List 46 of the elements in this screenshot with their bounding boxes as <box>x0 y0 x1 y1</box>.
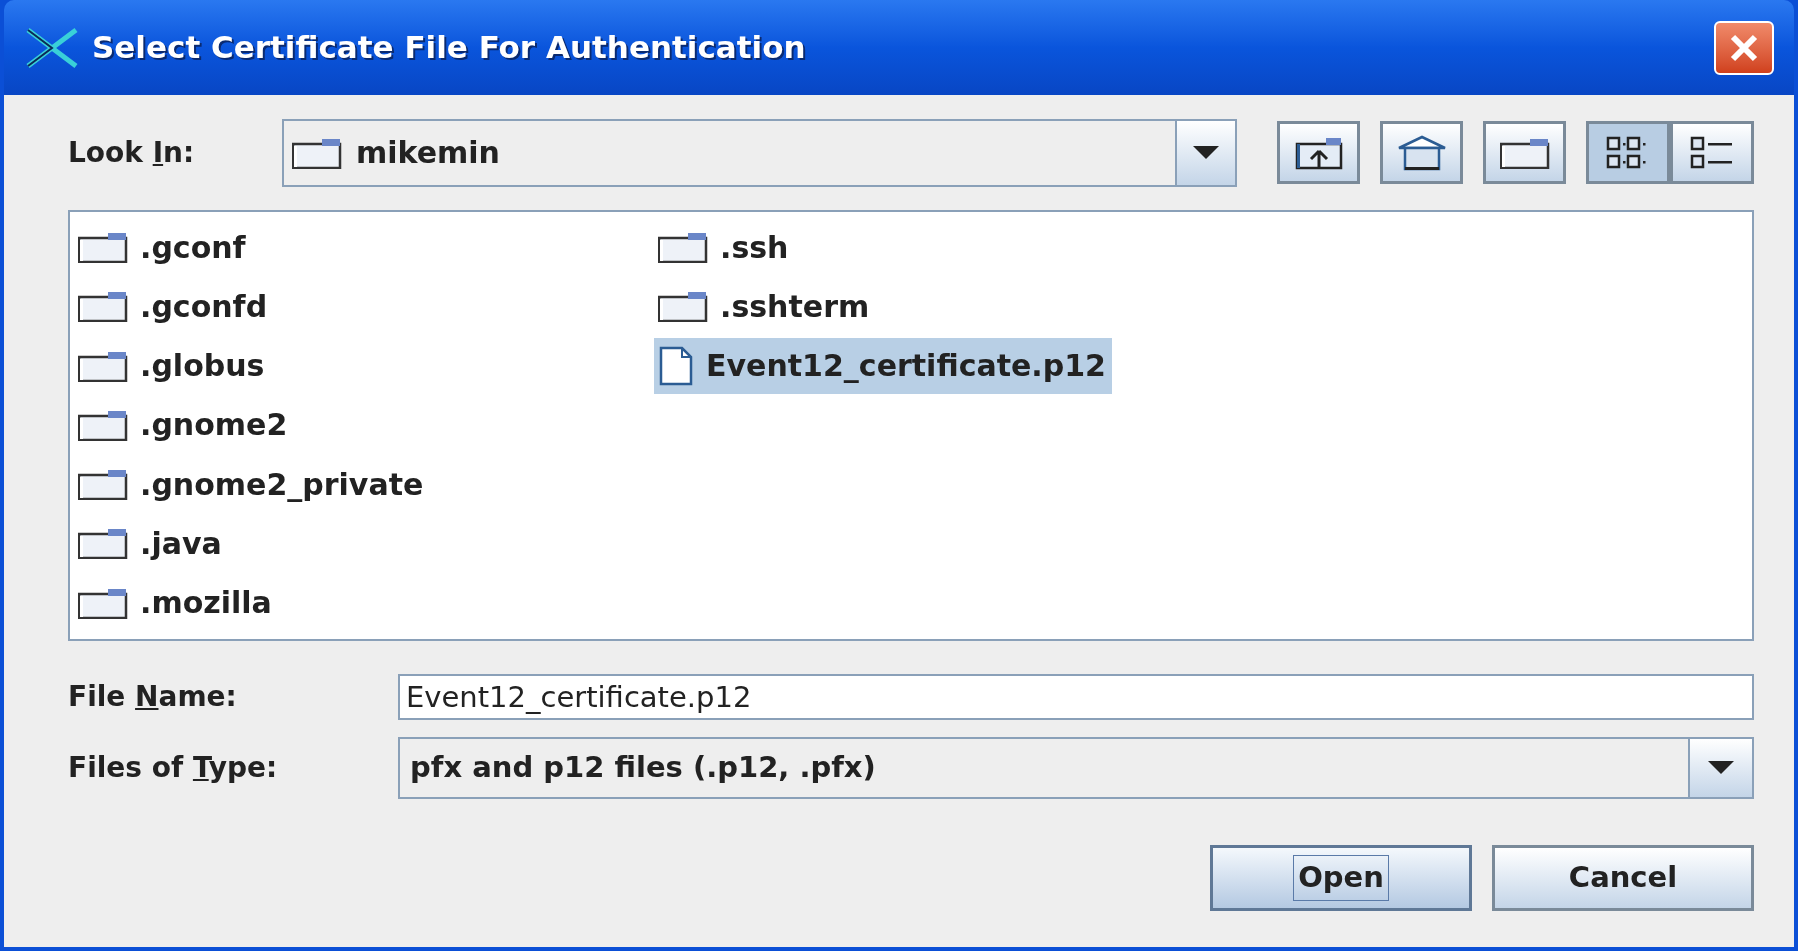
file-list-item[interactable]: Event12_certificate.p12 <box>654 337 1112 394</box>
dropdown-arrow-button[interactable] <box>1175 120 1235 185</box>
dialog-button[interactable]: Cancel <box>1492 845 1754 911</box>
file-list-item[interactable]: .java <box>74 515 228 572</box>
folder-icon <box>78 408 128 441</box>
folder-icon <box>78 468 128 501</box>
close-icon <box>1729 32 1759 63</box>
look-in-dropdown[interactable]: mikemin <box>282 118 1237 187</box>
app-logo-icon <box>24 25 80 70</box>
caret-icon <box>1193 145 1219 160</box>
file-list-item[interactable]: .mozilla <box>74 574 278 631</box>
close-button[interactable] <box>1714 20 1774 75</box>
document-icon <box>658 345 694 386</box>
view-toggle-button[interactable] <box>1670 121 1754 184</box>
file-name-field[interactable]: Event12_certificate.p12 <box>398 674 1754 720</box>
new-folder-button[interactable] <box>1483 121 1566 184</box>
look-in-label: Look In: <box>68 135 195 169</box>
file-list-item[interactable]: .ssh <box>654 219 795 275</box>
home-button[interactable] <box>1380 121 1463 184</box>
file-list-item[interactable]: .gnome2_private <box>74 456 430 513</box>
up-folder-button[interactable] <box>1277 121 1360 184</box>
folder-icon <box>78 290 128 323</box>
file-name-label: File Name: <box>68 680 237 713</box>
folder-icon <box>292 136 342 169</box>
file-list-item[interactable]: .globus <box>74 337 271 394</box>
dialog-button[interactable]: Open <box>1210 845 1472 911</box>
folder-icon <box>78 231 128 263</box>
folder-icon <box>658 231 708 263</box>
folder-icon <box>658 290 708 323</box>
file-list-item[interactable]: .gconfd <box>74 278 274 335</box>
dropdown-arrow-button[interactable] <box>1688 739 1752 797</box>
home-icon <box>1396 133 1447 172</box>
folder-icon <box>1499 136 1550 169</box>
folder-name: mikemin <box>356 134 500 172</box>
file-list-item[interactable]: .gconf <box>74 219 252 275</box>
details-view-icon <box>1690 135 1734 170</box>
folder-icon <box>78 527 128 560</box>
folder-icon <box>78 586 128 619</box>
file-list-item[interactable]: .gnome2 <box>74 396 294 453</box>
window-title: Select Certificate File For Authentication <box>92 28 806 68</box>
caret-icon <box>1708 761 1734 775</box>
file-list-item[interactable]: .sshterm <box>654 278 876 335</box>
file-type-dropdown[interactable]: pfx and p12 files (.p12, .pfx) <box>398 737 1754 799</box>
folder-icon <box>78 349 128 382</box>
view-toggle-button[interactable] <box>1586 121 1670 184</box>
file-type-label: Files of Type: <box>68 751 278 784</box>
